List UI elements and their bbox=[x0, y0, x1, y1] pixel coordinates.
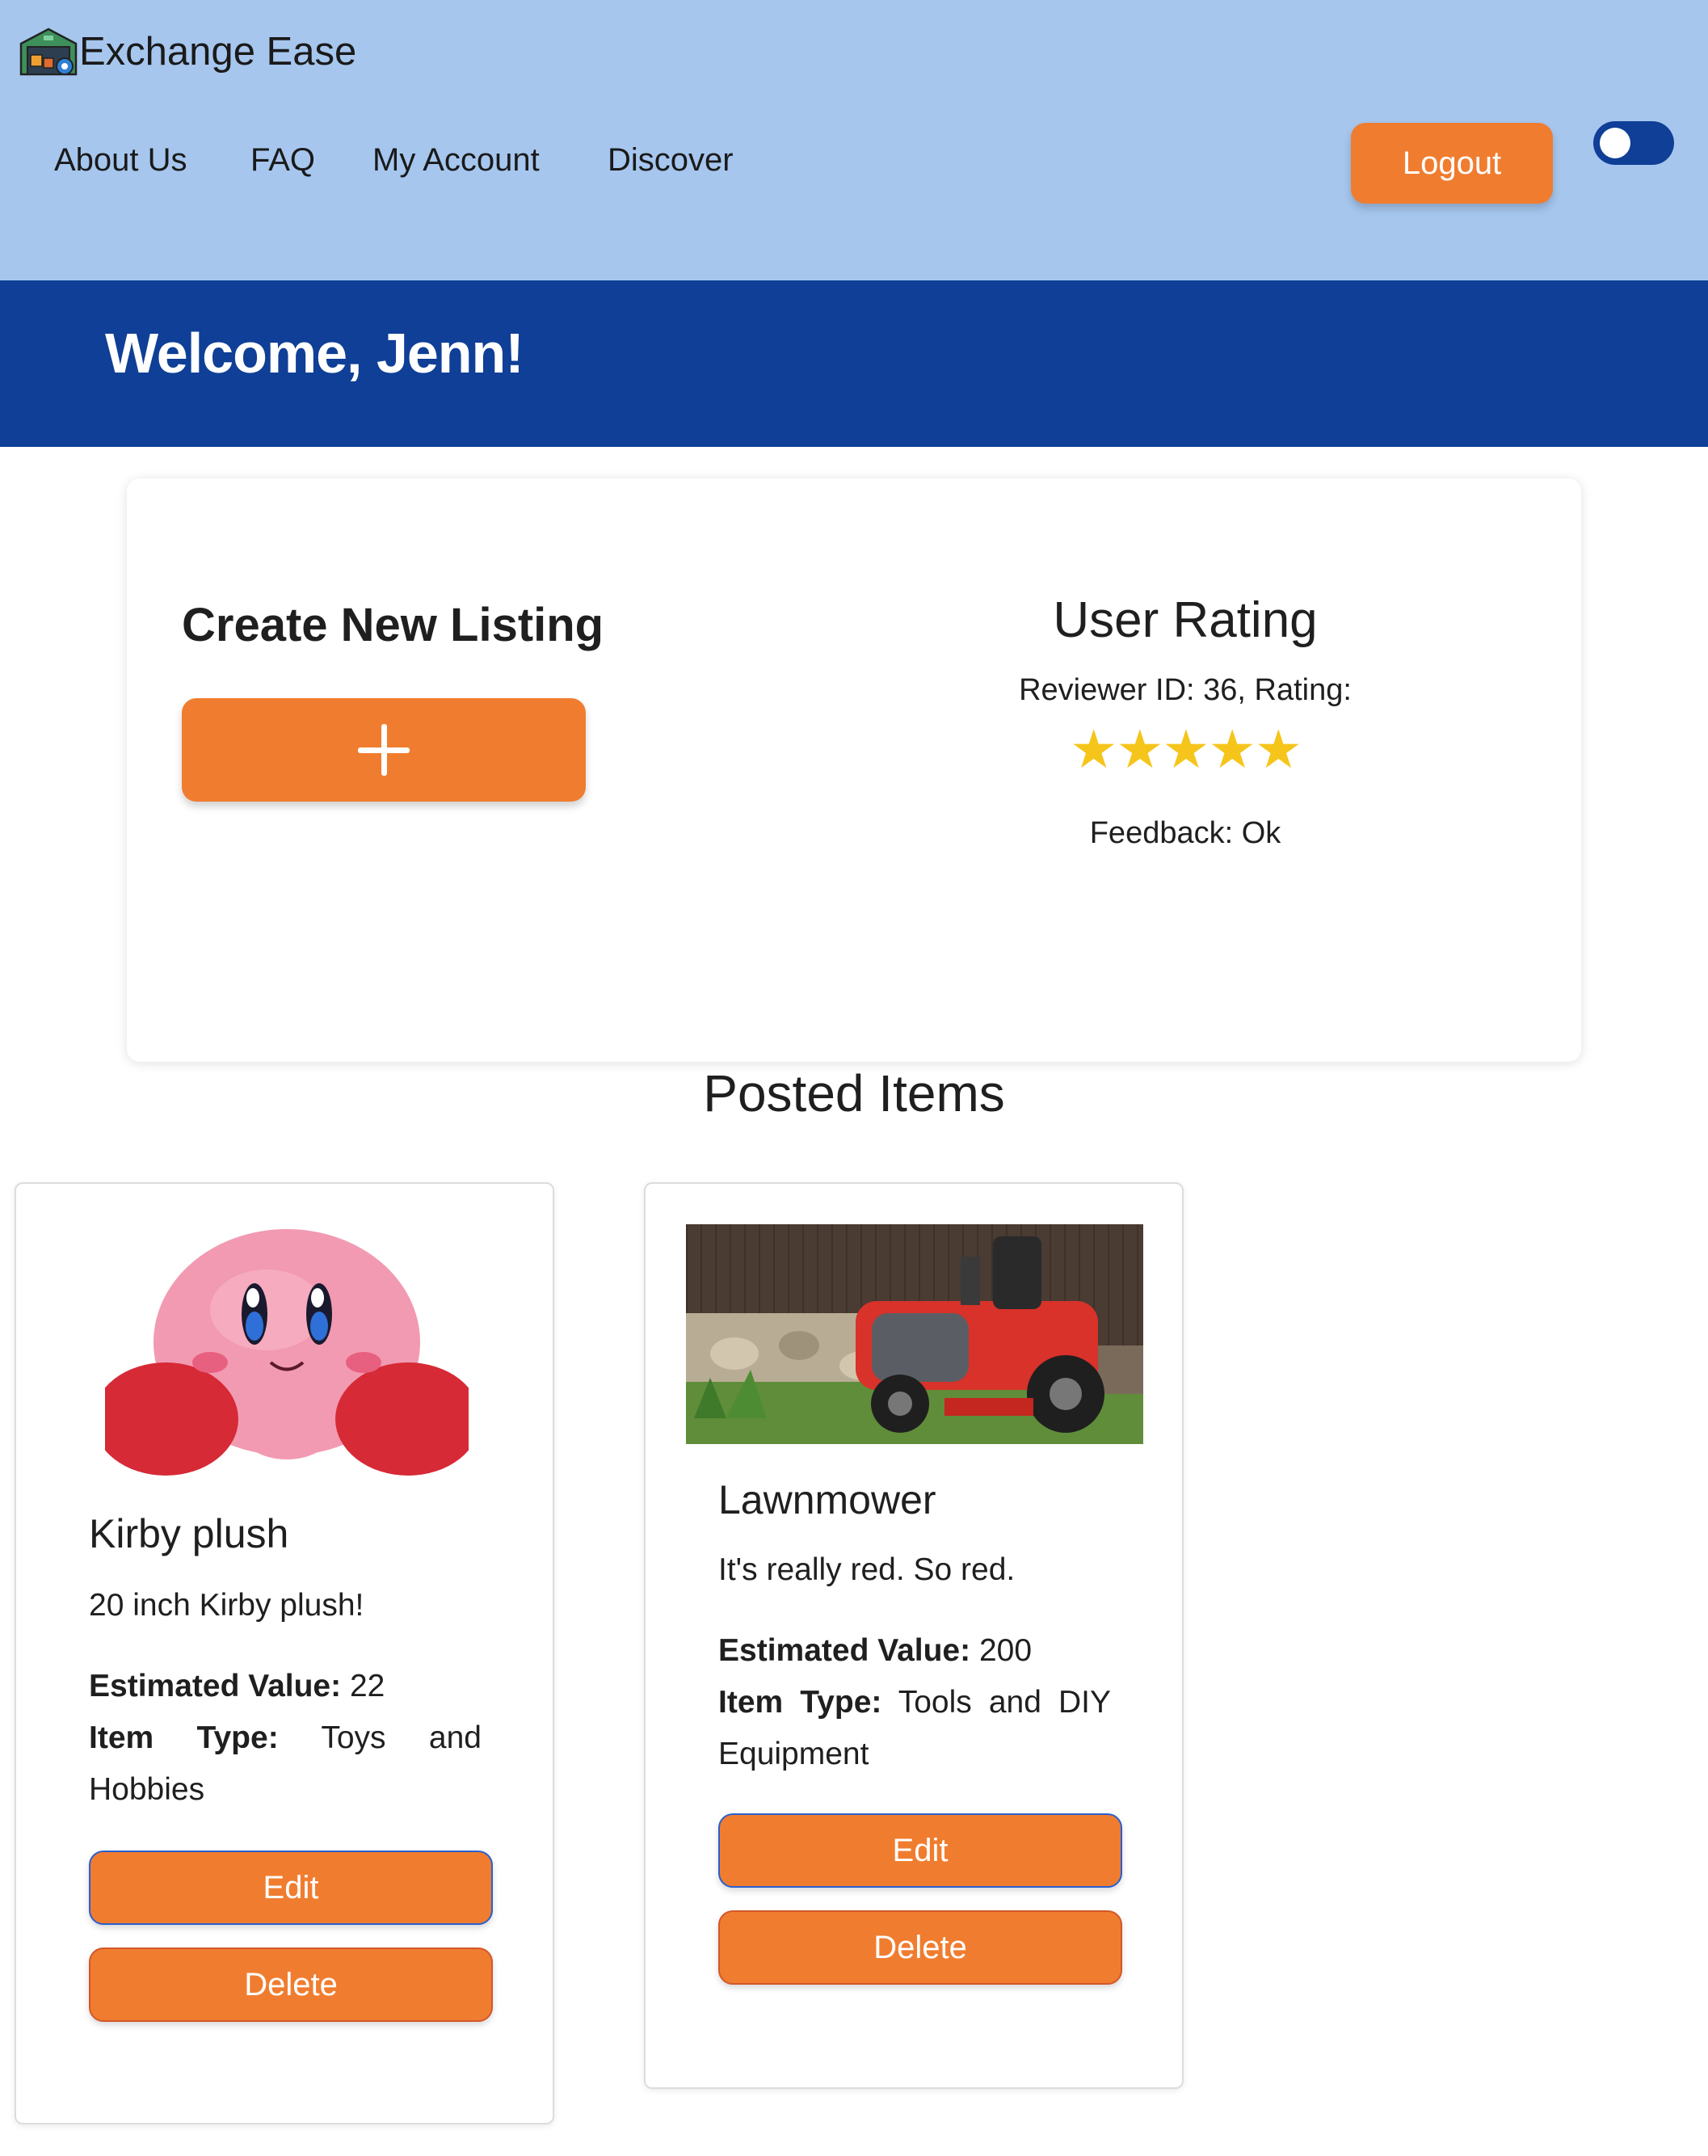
toggle-knob bbox=[1600, 128, 1630, 158]
star-rating: ★★★★★ bbox=[1070, 719, 1302, 779]
item-title: Lawnmower bbox=[718, 1477, 936, 1522]
item-description: 20 inch Kirby plush! bbox=[89, 1588, 364, 1623]
brand-name: Exchange Ease bbox=[79, 30, 357, 74]
user-rating-section: User Rating Reviewer ID: 36, Rating: ★★★… bbox=[959, 592, 1411, 851]
create-listing-button[interactable] bbox=[182, 698, 586, 802]
posted-items-title: Posted Items bbox=[703, 1064, 1005, 1122]
feedback-text: Feedback: Ok bbox=[1089, 816, 1281, 850]
kirby-plush-image bbox=[105, 1221, 469, 1488]
nav-about-us[interactable]: About Us bbox=[54, 142, 187, 179]
create-listing-title: Create New Listing bbox=[182, 599, 604, 651]
item-details: Estimated Value: 200 Item Type: Tools an… bbox=[718, 1625, 1111, 1780]
delete-button[interactable]: Delete bbox=[89, 1948, 493, 2022]
estimated-value: 200 bbox=[978, 1633, 1033, 1668]
plus-icon bbox=[358, 724, 410, 776]
nav-my-account[interactable]: My Account bbox=[372, 142, 540, 179]
reviewer-info: Reviewer ID: 36, Rating: bbox=[1019, 673, 1352, 707]
warehouse-logo-icon bbox=[19, 27, 78, 76]
estimated-value-label: Estimated Value: bbox=[718, 1633, 971, 1668]
user-rating-title: User Rating bbox=[1053, 592, 1318, 648]
logout-button[interactable]: Logout bbox=[1351, 123, 1553, 204]
delete-button[interactable]: Delete bbox=[718, 1910, 1122, 1985]
welcome-banner: Welcome, Jenn! bbox=[0, 280, 1708, 447]
item-type-label: Item Type: bbox=[89, 1720, 279, 1755]
item-card: Kirby plush 20 inch Kirby plush! Estimat… bbox=[15, 1182, 554, 2124]
theme-toggle-switch[interactable] bbox=[1593, 121, 1674, 165]
item-description: It's really red. So red. bbox=[718, 1552, 1016, 1587]
edit-button[interactable]: Edit bbox=[718, 1813, 1122, 1888]
estimated-value-label: Estimated Value: bbox=[89, 1669, 342, 1703]
item-title: Kirby plush bbox=[89, 1511, 289, 1556]
welcome-heading: Welcome, Jenn! bbox=[105, 322, 524, 385]
estimated-value: 22 bbox=[349, 1669, 385, 1703]
nav-faq[interactable]: FAQ bbox=[250, 142, 315, 179]
top-navigation-bar: Exchange Ease About Us FAQ My Account Di… bbox=[0, 0, 1708, 280]
item-type-label: Item Type: bbox=[718, 1685, 882, 1720]
lawnmower-image bbox=[686, 1224, 1143, 1444]
edit-button[interactable]: Edit bbox=[89, 1851, 493, 1925]
dashboard-panel: Create New Listing User Rating Reviewer … bbox=[127, 478, 1581, 1062]
item-details: Estimated Value: 22 Item Type: Toys and … bbox=[89, 1661, 482, 1816]
brand[interactable]: Exchange Ease bbox=[18, 26, 356, 78]
item-card: Lawnmower It's really red. So red. Estim… bbox=[644, 1182, 1184, 2089]
nav-discover[interactable]: Discover bbox=[608, 142, 734, 179]
